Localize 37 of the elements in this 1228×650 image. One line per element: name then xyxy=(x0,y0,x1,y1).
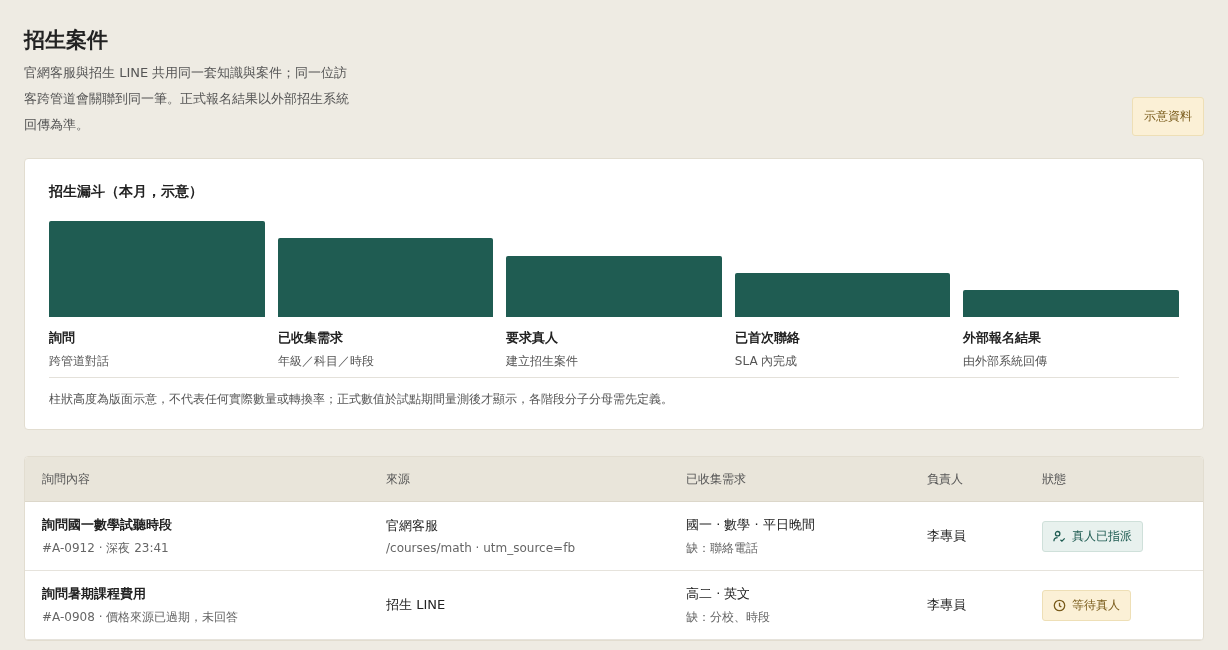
case-meta: #A-0908 · 價格來源已過期，未回答 xyxy=(42,608,239,626)
column-header: 負責人 xyxy=(927,470,964,488)
column-header: 已收集需求 xyxy=(686,470,747,488)
page-description: 官網客服與招生 LINE 共用同一套知識與案件；同一位訪客跨管道會關聯到同一筆。正式報名結果以外部招生系統回傳為準。 xyxy=(24,64,350,134)
column-header: 來源 xyxy=(386,470,411,488)
status-badge: 真人已指派 xyxy=(1042,520,1143,552)
source-channel: 官網客服 xyxy=(386,517,438,535)
assignee: 李專員 xyxy=(927,596,966,614)
stage-label: 已收集需求 xyxy=(277,329,344,347)
page-title: 招生案件 xyxy=(24,27,109,54)
missing-info: 缺：分校、時段 xyxy=(686,608,770,626)
collected-needs: 國一 · 數學 · 平日晚間 xyxy=(686,515,815,534)
person-check-icon xyxy=(1053,529,1066,543)
source-channel: 招生 LINE xyxy=(386,596,446,614)
stage-caption: 建立招生案件 xyxy=(506,353,580,370)
source-detail: /courses/math · utm_source=fb xyxy=(386,541,575,555)
stage-label: 已首次聯絡 xyxy=(734,329,801,347)
stage-caption: 由外部系統回傳 xyxy=(963,353,1049,370)
stage-caption: 跨管道對話 xyxy=(49,353,110,370)
status-badge: 等待真人 xyxy=(1042,589,1131,621)
case-title[interactable]: 詢問國一數學試聽時段 xyxy=(42,515,172,534)
column-header: 狀態 xyxy=(1042,470,1067,488)
stage-label: 詢問 xyxy=(49,329,76,347)
collected-needs: 高二 · 英文 xyxy=(686,584,751,603)
sample-data-badge: 示意資料 xyxy=(1132,97,1204,136)
clock-icon xyxy=(1053,598,1066,612)
stage-caption: 年級／科目／時段 xyxy=(277,353,375,370)
funnel-title: 招生漏斗（本月，示意） xyxy=(49,183,204,201)
stage-label: 外部報名結果 xyxy=(963,329,1043,347)
funnel-note: 柱狀高度為版面示意，不代表任何實際數量或轉換率；正式數值於試點期間量測後才顯示，各階段分子分母需先定義。 xyxy=(49,392,674,407)
stage-caption: SLA 內完成 xyxy=(734,353,799,370)
case-title[interactable]: 詢問暑期課程費用 xyxy=(42,584,146,603)
column-header: 詢問內容 xyxy=(42,470,91,488)
stage-label: 要求真人 xyxy=(506,329,560,347)
missing-info: 缺：聯絡電話 xyxy=(686,539,758,557)
assignee: 李專員 xyxy=(927,527,966,545)
case-meta: #A-0912 · 深夜 23:41 xyxy=(42,539,169,557)
